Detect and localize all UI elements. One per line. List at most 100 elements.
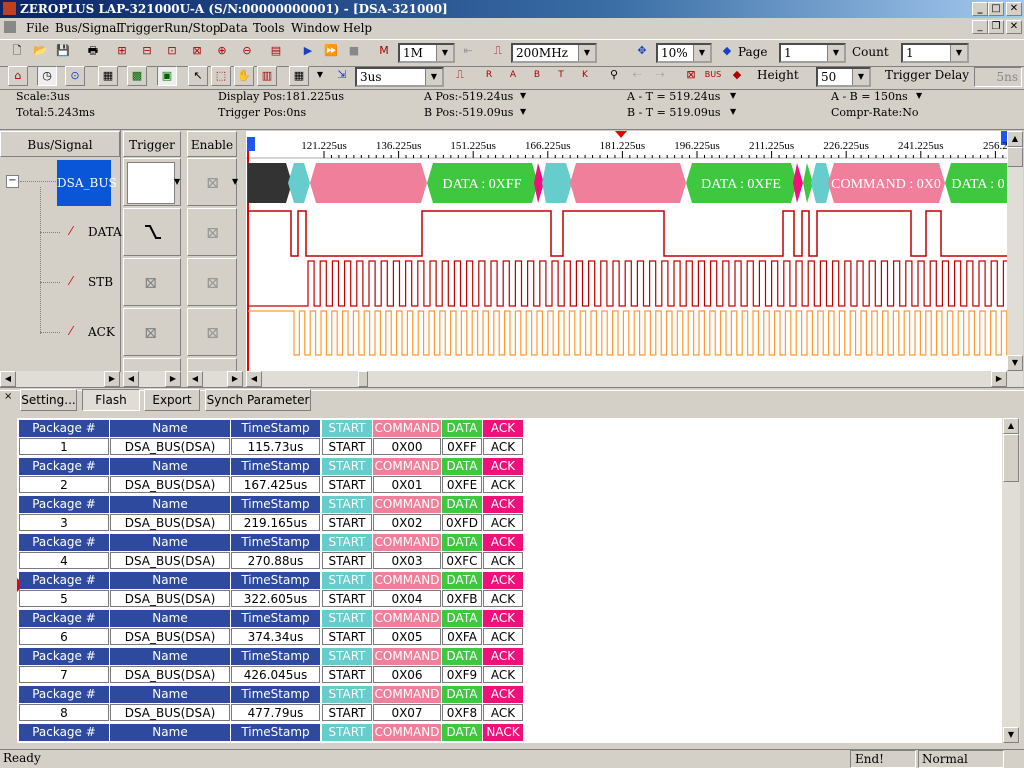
waveform-icon[interactable]: ⎍ xyxy=(450,66,470,86)
packet-view-icon[interactable]: ▣ xyxy=(157,66,177,86)
packet-block[interactable]: Package # Name TimeStamp START COMMAND DATA AC… xyxy=(19,496,527,532)
waveform-hscroll[interactable]: ◀ ▶ xyxy=(246,371,1023,387)
scroll-right-icon[interactable]: ▶ xyxy=(104,371,120,387)
memory-arrow-icon[interactable]: ⇤ xyxy=(458,42,478,62)
grid-icon[interactable]: ▩ xyxy=(127,66,147,86)
ruler-icon[interactable]: ▥ xyxy=(257,66,277,86)
hand-icon[interactable]: ✋ xyxy=(234,66,254,86)
packet-block[interactable]: Package # Name TimeStamp START COMMAND DATA AC… xyxy=(19,610,527,646)
scroll-left-icon[interactable]: ◀ xyxy=(0,371,16,387)
trigger-delay-field[interactable]: 5ns xyxy=(974,67,1022,87)
scroll-right-icon[interactable]: ▶ xyxy=(227,371,243,387)
waveform-view[interactable]: 121.225us 136.225us 151.225us 166.225us 181.… xyxy=(246,131,1007,371)
scroll-down-icon[interactable]: ▼ xyxy=(1007,355,1023,371)
signal-stb-label[interactable]: STB xyxy=(88,275,113,289)
bus-edit-icon[interactable]: ⊟ xyxy=(137,42,157,62)
menu-trigger[interactable]: Trigger xyxy=(118,21,164,35)
memory-select[interactable]: 1M ▼ xyxy=(398,43,455,63)
checkbox-icon[interactable]: ⊠ xyxy=(206,273,219,292)
child-close-icon[interactable]: ✕ xyxy=(1006,20,1022,34)
enable-cell-data[interactable]: ⊠ xyxy=(187,208,237,256)
minimize-icon[interactable]: _ xyxy=(972,2,988,16)
enable-cell-ack[interactable]: ⊠ xyxy=(187,308,237,356)
binoculars-icon[interactable]: ⚲ xyxy=(604,66,624,86)
chevron-down-icon[interactable]: ▼ xyxy=(310,66,330,86)
height-select[interactable]: 50 ▼ xyxy=(816,67,871,87)
enable-cell-stb[interactable]: ⊠ xyxy=(187,258,237,306)
scroll-thumb[interactable] xyxy=(1003,434,1019,482)
table-icon[interactable]: ▦ xyxy=(98,66,118,86)
menu-data[interactable]: Data xyxy=(219,21,248,35)
scroll-right-icon[interactable]: ▶ xyxy=(991,371,1007,387)
export-button[interactable]: Export xyxy=(144,389,200,411)
trigger-bus-field[interactable] xyxy=(127,162,175,204)
new-file-icon[interactable]: 🗋 xyxy=(7,42,27,62)
enable-panel-hscroll[interactable]: ◀ ▶ xyxy=(187,371,243,387)
packet-block[interactable]: Package # Name TimeStamp START COMMAND DATA AC… xyxy=(19,572,527,608)
zoom-select[interactable]: 10% ▼ xyxy=(656,43,712,63)
chevron-down-icon[interactable]: ▼ xyxy=(174,177,180,186)
checkbox-icon[interactable]: ⊠ xyxy=(206,223,219,242)
collapse-icon[interactable]: − xyxy=(6,175,19,188)
child-restore-icon[interactable]: ❐ xyxy=(988,20,1004,34)
packet-block[interactable]: Package # Name TimeStamp START COMMAND DATA AC… xyxy=(19,648,527,684)
scroll-left-icon[interactable]: ◀ xyxy=(246,371,262,387)
export-icon[interactable]: ⊠ xyxy=(681,66,701,86)
trigger-cell-data[interactable] xyxy=(123,208,181,256)
bus-icon[interactable]: ⊞ xyxy=(112,42,132,62)
run-icon[interactable]: ▶ xyxy=(298,42,318,62)
bus-signal-header[interactable]: Bus/Signal xyxy=(0,131,120,157)
checkbox-icon[interactable]: ⊠ xyxy=(206,323,219,342)
signal-add-icon[interactable]: ⊕ xyxy=(212,42,232,62)
scroll-left-icon[interactable]: ◀ xyxy=(187,371,203,387)
signal-remove-icon[interactable]: ⊖ xyxy=(237,42,257,62)
scroll-right-icon[interactable]: ▶ xyxy=(165,371,181,387)
chevron-down-icon[interactable]: ▼ xyxy=(520,107,526,116)
scroll-left-icon[interactable]: ◀ xyxy=(123,371,139,387)
menu-run-stop[interactable]: Run/Stop xyxy=(164,21,220,35)
checkbox-icon[interactable]: ⊠ xyxy=(206,173,219,192)
close-icon[interactable]: ✕ xyxy=(1006,2,1022,16)
packet-block[interactable]: Package # Name TimeStamp START COMMAND DATA AC… xyxy=(19,420,527,456)
menu-help[interactable]: Help xyxy=(343,21,372,35)
enable-header[interactable]: Enable xyxy=(187,131,237,157)
waveform-vscroll[interactable]: ▲ ▼ xyxy=(1007,131,1023,371)
packet-vscroll[interactable]: ▲ ▼ xyxy=(1002,418,1020,743)
synch-parameter-button[interactable]: Synch Parameter xyxy=(205,389,311,411)
pointer-icon[interactable]: ↖ xyxy=(188,66,208,86)
timer-icon[interactable]: ◷ xyxy=(37,66,57,86)
count-select[interactable]: 1 ▼ xyxy=(901,43,969,63)
save-icon[interactable]: 💾 xyxy=(53,42,73,62)
scroll-thumb[interactable] xyxy=(358,371,368,387)
home-icon[interactable]: ⌂ xyxy=(8,66,28,86)
trigger-cell-ack[interactable]: ⊠ xyxy=(123,308,181,356)
chevron-down-icon[interactable]: ▼ xyxy=(232,177,238,186)
select-icon[interactable]: ⬚ xyxy=(211,66,231,86)
bar-icon-5[interactable]: K xyxy=(575,66,595,86)
chevron-down-icon[interactable]: ▼ xyxy=(730,107,736,116)
cursor-icon[interactable]: ⊙ xyxy=(65,66,85,86)
next-icon[interactable]: ⇢ xyxy=(650,66,670,86)
packet-block[interactable]: Package # Name TimeStamp START COMMAND DATA AC… xyxy=(19,458,527,494)
menu-tools[interactable]: Tools xyxy=(253,21,285,35)
open-folder-icon[interactable]: 📂 xyxy=(30,42,50,62)
trigger-cell-bus[interactable]: ▼ xyxy=(123,158,181,206)
bus-tool-icon[interactable]: BUS xyxy=(703,66,723,86)
report-icon[interactable]: ▤ xyxy=(266,42,286,62)
scroll-up-icon[interactable]: ▲ xyxy=(1007,131,1023,147)
chevron-down-icon[interactable]: ▼ xyxy=(730,91,736,100)
prev-icon[interactable]: ⇠ xyxy=(627,66,647,86)
close-pane-icon[interactable]: × xyxy=(4,391,12,402)
trigger-header[interactable]: Trigger xyxy=(123,131,181,157)
menu-file[interactable]: File xyxy=(26,21,49,35)
trigger-cell-stb[interactable]: ⊠ xyxy=(123,258,181,306)
enable-cell-bus[interactable]: ⊠ ▼ xyxy=(187,158,238,206)
bar-icon-1[interactable]: R xyxy=(479,66,499,86)
zoom-icon[interactable]: ✥ xyxy=(632,42,652,62)
trigger-panel-hscroll[interactable]: ◀ ▶ xyxy=(123,371,181,387)
color-icon[interactable]: ◆ xyxy=(727,66,747,86)
bus-item-dsa-bus[interactable]: DSA_BUS xyxy=(57,160,117,206)
bus-panel-hscroll[interactable]: ◀ ▶ xyxy=(0,371,120,387)
chevron-down-icon[interactable]: ▼ xyxy=(916,91,922,100)
layout-icon[interactable]: ▦ xyxy=(289,66,309,86)
